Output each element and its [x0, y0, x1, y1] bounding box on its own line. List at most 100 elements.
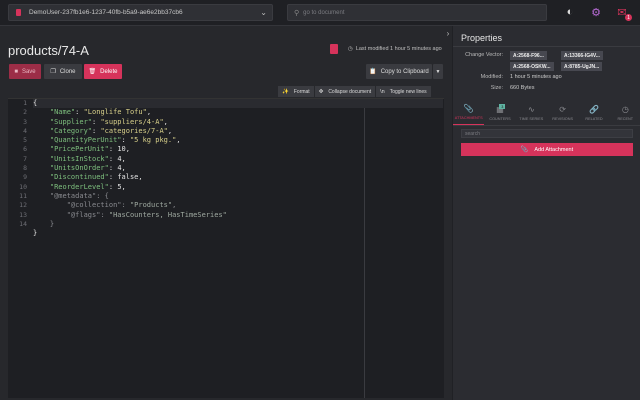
properties-title: Properties: [461, 33, 503, 43]
code-token: ,: [176, 136, 181, 145]
code-token: "suppliers/4-A": [100, 117, 164, 126]
change-vector-chip: A:2568-OSKW...: [510, 62, 554, 71]
line-number: 9: [23, 173, 27, 182]
code-token: }: [33, 229, 38, 238]
line-number: 8: [23, 164, 27, 173]
code-token: ,: [121, 164, 126, 173]
tab-related[interactable]: 🔗 RELATED: [578, 100, 609, 125]
database-selector[interactable]: DemoUser-237fb1e6-1237-40fb-b5a9-ae6e2bb…: [8, 4, 273, 21]
newline-icon: \n: [380, 88, 385, 95]
size-label: Size:: [490, 85, 503, 91]
code-line: "Category": "categories/7-A",: [33, 127, 443, 136]
line-number: 11: [19, 191, 27, 200]
copy-dropdown-button[interactable]: ▼: [433, 64, 443, 79]
collapse-document-button[interactable]: ✥ Collapse document: [314, 86, 376, 97]
tab-counters[interactable]: ▦ 3 COUNTERS: [484, 100, 515, 125]
paperclip-icon: 📎: [520, 147, 529, 153]
clone-label: Clone: [59, 68, 76, 75]
code-token: "Discontinued": [49, 173, 109, 182]
clipboard-icon: 📋: [369, 69, 377, 75]
modified-label: Modified:: [480, 74, 503, 80]
timeseries-icon: ∿: [527, 104, 535, 114]
code-token: ,: [138, 173, 143, 182]
add-attachment-button[interactable]: 📎 Add Attachment: [461, 143, 633, 156]
tab-recent[interactable]: ◷ RECENT: [610, 100, 640, 125]
code-token: "UnitsOnOrder": [49, 164, 109, 173]
json-editor[interactable]: 1 2 3 4 5 6 7 8 9 10 11 12 13 14 { "Name": "Longlife …: [8, 98, 444, 398]
page-title: products/74-A: [8, 43, 89, 58]
code-line: {: [33, 99, 443, 109]
theme-toggle-icon[interactable]: ◐: [563, 5, 577, 19]
caret-down-icon: ▼: [435, 68, 441, 75]
save-button[interactable]: ■ Save: [9, 64, 41, 79]
database-name: DemoUser-237fb1e6-1237-40fb-b5a9-ae6e2bb…: [29, 9, 183, 16]
modified-value: 1 hour 5 minutes ago: [510, 74, 562, 80]
line-number: 2: [23, 108, 27, 117]
link-icon: 🔗: [588, 104, 599, 114]
code-token: "@metadata": [49, 191, 97, 200]
change-vector-chip: A:13366-IG4V...: [561, 51, 603, 60]
go-to-document-search[interactable]: ⚲ go to document: [287, 4, 547, 21]
tab-time-series[interactable]: ∿ TIME SERIES: [516, 100, 547, 125]
collapse-panel-icon[interactable]: ›: [444, 28, 452, 38]
delete-label: Delete: [100, 68, 118, 75]
collapse-icon: ✥: [318, 88, 324, 95]
code-token: 10: [117, 145, 126, 154]
code-line: "Supplier": "suppliers/4-A",: [33, 118, 443, 127]
code-content[interactable]: { "Name": "Longlife Tofu", "Supplier": "…: [33, 99, 443, 238]
code-line: "UnitsInStock": 4,: [33, 155, 443, 164]
notifications-icon[interactable]: ✉ 1: [615, 5, 632, 21]
code-token: ,: [121, 182, 126, 191]
attachments-search-input[interactable]: search: [461, 129, 633, 138]
code-token: "HasCounters, HasTimeSeries": [108, 210, 227, 219]
format-button[interactable]: ✨ Format: [278, 86, 314, 97]
code-line: "@collection": "Products",: [33, 201, 443, 210]
tab-attachments[interactable]: 📎 ATTACHMENTS: [453, 100, 485, 125]
code-token: {: [33, 99, 38, 107]
code-token: "QuantityPerUnit": [49, 136, 122, 145]
line-number: 4: [23, 126, 27, 135]
tab-revisions[interactable]: ⟳ REVISIONS: [547, 100, 578, 125]
code-token: "categories/7-A": [100, 126, 168, 135]
line-number: 13: [19, 210, 27, 219]
document-file-icon: [330, 44, 338, 54]
chevron-down-icon: ⌄: [260, 8, 267, 17]
top-bar: DemoUser-237fb1e6-1237-40fb-b5a9-ae6e2bb…: [0, 0, 640, 26]
clone-icon: ❐: [50, 69, 56, 75]
search-placeholder: go to document: [303, 9, 345, 16]
toggle-new-lines-button[interactable]: \n Toggle new lines: [376, 86, 431, 97]
paperclip-icon: 📎: [463, 104, 474, 113]
properties-panel: Properties Change Vector: A:2568-F96... …: [452, 26, 640, 400]
code-token: "Name": [49, 108, 76, 117]
code-token: "UnitsInStock": [49, 154, 109, 163]
add-attachment-label: Add Attachment: [534, 146, 574, 153]
search-placeholder: search: [465, 130, 481, 137]
trash-icon: 🗑: [88, 69, 97, 75]
save-icon: ■: [14, 68, 18, 75]
code-token: "Longlife Tofu": [83, 108, 147, 117]
tab-label: ATTACHMENTS: [454, 116, 483, 120]
settings-icon[interactable]: ⚙: [589, 5, 603, 19]
code-token: :: [121, 201, 130, 210]
code-token: : {: [96, 191, 109, 200]
clone-button[interactable]: ❐ Clone: [44, 64, 82, 79]
code-line: "Name": "Longlife Tofu",: [33, 108, 443, 117]
notification-badge: 1: [625, 14, 632, 21]
code-line: }: [33, 220, 443, 229]
code-token: :: [121, 136, 130, 145]
editor-toolstrip: ✨ Format ✥ Collapse document \n Toggle new …: [278, 86, 431, 97]
delete-button[interactable]: 🗑 Delete: [84, 64, 122, 79]
panel-tabs: 📎 ATTACHMENTS ▦ 3 COUNTERS ∿ TIME SERIES ⟳ RE…: [453, 100, 640, 126]
copy-to-clipboard-button[interactable]: 📋 Copy to Clipboard: [366, 64, 432, 79]
code-token: ,: [167, 126, 173, 135]
code-line: "@metadata": {: [33, 192, 443, 201]
code-token: "@collection": [66, 201, 122, 210]
